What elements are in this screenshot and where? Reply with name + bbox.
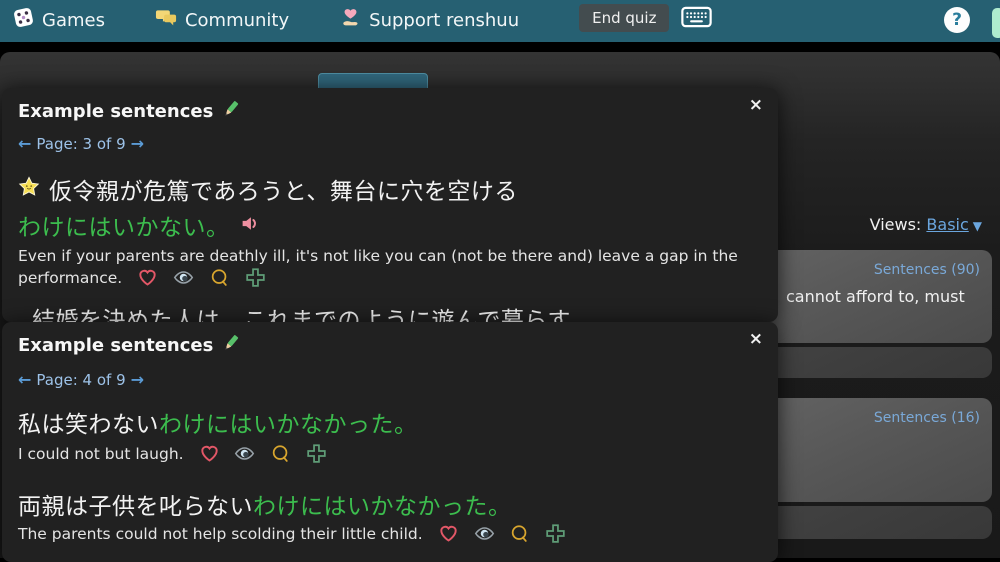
heart-hand-icon [339,6,362,34]
dialog-title: Example sentences [18,99,241,124]
term-card-sentences-90[interactable]: Sentences (90) cannot afford to, must [766,250,992,343]
sentences-count-link[interactable]: Sentences (90) [766,250,992,278]
views-basic-link[interactable]: Basic [926,215,968,234]
partial-button-edge[interactable] [992,8,1000,38]
edit-pencil-icon[interactable] [221,99,241,124]
hide-eye-icon[interactable] [474,523,495,550]
nav-support-label: Support renshuu [369,9,520,31]
keyboard-icon[interactable] [681,6,713,32]
page-navigation: ← Page: 3 of 9 → [18,134,144,153]
help-icon[interactable]: ? [944,7,970,33]
japanese-highlighted-grammar: わけにはいかない。 [18,215,230,241]
sentence-row: わけにはいかない。 [18,208,762,242]
sentences-count-link[interactable]: Sentences (16) [766,398,992,426]
comment-bubble-icon[interactable] [209,267,230,294]
comment-bubble-icon[interactable] [509,523,530,550]
chevron-down-icon[interactable]: ▼ [973,219,982,233]
collapsed-term-card[interactable] [766,506,992,539]
end-quiz-button[interactable]: End quiz [579,4,670,32]
nav-community[interactable]: Community [151,4,293,36]
next-page-arrow[interactable]: → [131,134,144,153]
nav-community-label: Community [184,9,290,31]
dialog-title-text: Example sentences [18,101,214,122]
english-translation: The parents could not help scolding thei… [18,523,762,550]
page-indicator: Page: 4 of 9 [36,371,126,389]
collapsed-term-card[interactable] [766,347,992,378]
dice-icon [12,6,35,34]
page-navigation: ← Page: 4 of 9 → [18,370,144,389]
dialog-title: Example sentences [18,333,241,358]
favorite-heart-icon[interactable] [438,523,459,550]
english-translation-text: I could not but laugh. [18,445,184,463]
hide-eye-icon[interactable] [234,443,255,470]
views-label: Views: [869,215,922,234]
close-icon[interactable]: × [749,331,763,348]
star-favorite-icon[interactable] [18,176,40,202]
japanese-highlighted-grammar: わけにはいかなかった。 [159,412,418,438]
page-indicator: Page: 3 of 9 [36,135,126,153]
add-plus-icon[interactable] [306,443,327,470]
english-translation: Even if your parents are deathly ill, it… [18,246,762,294]
audio-speaker-icon[interactable] [240,213,261,238]
example-sentences-dialog-2: Example sentences × ← Page: 4 of 9 → 私は笑わな… [2,322,778,562]
term-meaning-text: cannot afford to, must [786,287,965,306]
views-selector: Views: Basic ▼ [768,215,992,234]
japanese-sentence-clipped: 結婚を決めた人は、これまでのように遊んで暮らす [32,308,571,322]
japanese-sentence: 私は笑わないわけにはいかなかった。 [18,405,762,439]
chat-bubbles-icon [155,6,178,34]
hide-eye-icon[interactable] [173,267,194,294]
term-card-sentences-16[interactable]: Sentences (16) [766,398,992,502]
edit-pencil-icon[interactable] [221,333,241,358]
close-icon[interactable]: × [749,97,763,114]
add-plus-icon[interactable] [545,523,566,550]
english-translation-text: Even if your parents are deathly ill, it… [18,247,738,287]
next-page-arrow[interactable]: → [131,370,144,389]
nav-games-label: Games [42,9,105,31]
english-translation: I could not but laugh. [18,443,762,470]
nav-games[interactable]: Games [8,4,109,36]
english-translation-text: The parents could not help scolding thei… [18,525,423,543]
add-plus-icon[interactable] [245,267,266,294]
japanese-sentence: 仮令親が危篤であろうと、舞台に穴を空ける [49,179,518,205]
japanese-sentence: 両親は子供を叱らないわけにはいかなかった。 [18,487,762,521]
favorite-heart-icon[interactable] [137,267,158,294]
sentence-row: 仮令親が危篤であろうと、舞台に穴を空ける [18,172,762,206]
prev-page-arrow[interactable]: ← [18,370,31,389]
top-navigation-bar: Games Community Support renshuu End quiz… [0,0,1000,42]
favorite-heart-icon[interactable] [199,443,220,470]
japanese-plain-text: 両親は子供を叱らない [18,494,253,520]
japanese-plain-text: 私は笑わない [18,412,159,438]
japanese-highlighted-grammar: わけにはいかなかった。 [253,494,512,520]
comment-bubble-icon[interactable] [270,443,291,470]
nav-support[interactable]: Support renshuu [335,4,523,36]
example-sentences-dialog-1: Example sentences × ← Page: 3 of 9 → 仮令親が危… [2,88,778,322]
dialog-title-text: Example sentences [18,335,214,356]
prev-page-arrow[interactable]: ← [18,134,31,153]
